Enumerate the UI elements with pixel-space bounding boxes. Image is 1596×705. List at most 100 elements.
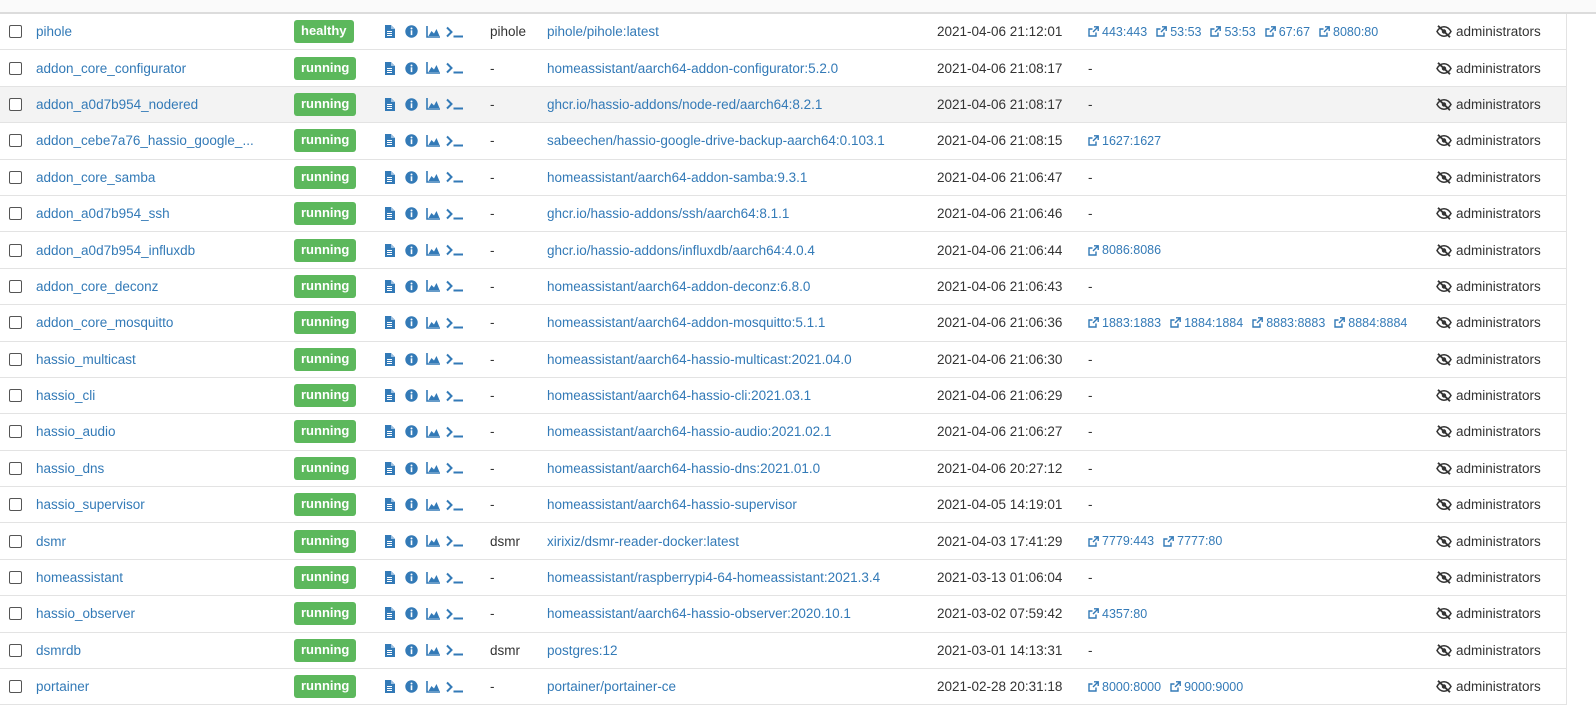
- console-icon[interactable]: [444, 313, 466, 333]
- port-label[interactable]: 1884:1884: [1184, 316, 1243, 330]
- inspect-icon[interactable]: [400, 386, 422, 406]
- row-checkbox[interactable]: [9, 316, 22, 330]
- row-checkbox[interactable]: [9, 389, 22, 403]
- stats-icon[interactable]: [422, 677, 444, 697]
- port-link[interactable]: 8884:8884: [1334, 316, 1407, 330]
- container-name-link[interactable]: addon_a0d7b954_ssh: [36, 206, 170, 221]
- inspect-icon[interactable]: [400, 604, 422, 624]
- console-icon[interactable]: [444, 458, 466, 478]
- row-checkbox[interactable]: [9, 571, 22, 585]
- console-icon[interactable]: [444, 495, 466, 515]
- console-icon[interactable]: [444, 22, 466, 42]
- console-icon[interactable]: [444, 531, 466, 551]
- row-checkbox[interactable]: [9, 243, 22, 257]
- port-label[interactable]: 53:53: [1170, 25, 1201, 39]
- port-label[interactable]: 7779:443: [1102, 534, 1154, 548]
- container-name-link[interactable]: dsmrdb: [36, 643, 81, 658]
- stats-icon[interactable]: [422, 240, 444, 260]
- logs-icon[interactable]: [378, 313, 400, 333]
- inspect-icon[interactable]: [400, 313, 422, 333]
- console-icon[interactable]: [444, 349, 466, 369]
- row-checkbox[interactable]: [9, 607, 22, 621]
- port-link[interactable]: 1883:1883: [1088, 316, 1161, 330]
- stats-icon[interactable]: [422, 458, 444, 478]
- logs-icon[interactable]: [378, 640, 400, 660]
- port-label[interactable]: 8080:80: [1333, 25, 1378, 39]
- logs-icon[interactable]: [378, 204, 400, 224]
- image-link[interactable]: homeassistant/aarch64-hassio-supervisor: [547, 497, 797, 512]
- console-icon[interactable]: [444, 422, 466, 442]
- row-checkbox[interactable]: [9, 680, 22, 694]
- port-link[interactable]: 53:53: [1156, 25, 1201, 39]
- image-link[interactable]: homeassistant/aarch64-hassio-cli:2021.03…: [547, 388, 811, 403]
- console-icon[interactable]: [444, 677, 466, 697]
- console-icon[interactable]: [444, 58, 466, 78]
- port-link[interactable]: 67:67: [1265, 25, 1310, 39]
- container-name-link[interactable]: dsmr: [36, 534, 66, 549]
- port-link[interactable]: 8080:80: [1319, 25, 1378, 39]
- container-name-link[interactable]: hassio_cli: [36, 388, 95, 403]
- inspect-icon[interactable]: [400, 531, 422, 551]
- port-label[interactable]: 443:443: [1102, 25, 1147, 39]
- console-icon[interactable]: [444, 204, 466, 224]
- image-link[interactable]: postgres:12: [547, 643, 618, 658]
- port-label[interactable]: 8884:8884: [1348, 316, 1407, 330]
- port-link[interactable]: 8086:8086: [1088, 243, 1161, 257]
- container-name-link[interactable]: pihole: [36, 24, 72, 39]
- inspect-icon[interactable]: [400, 568, 422, 588]
- image-link[interactable]: homeassistant/aarch64-hassio-multicast:2…: [547, 352, 852, 367]
- logs-icon[interactable]: [378, 349, 400, 369]
- port-label[interactable]: 8086:8086: [1102, 243, 1161, 257]
- image-link[interactable]: homeassistant/aarch64-addon-samba:9.3.1: [547, 170, 807, 185]
- row-checkbox[interactable]: [9, 461, 22, 475]
- inspect-icon[interactable]: [400, 22, 422, 42]
- inspect-icon[interactable]: [400, 495, 422, 515]
- console-icon[interactable]: [444, 240, 466, 260]
- container-name-link[interactable]: hassio_supervisor: [36, 497, 145, 512]
- inspect-icon[interactable]: [400, 94, 422, 114]
- port-link[interactable]: 7777:80: [1163, 534, 1222, 548]
- console-icon[interactable]: [444, 604, 466, 624]
- inspect-icon[interactable]: [400, 204, 422, 224]
- console-icon[interactable]: [444, 131, 466, 151]
- port-label[interactable]: 7777:80: [1177, 534, 1222, 548]
- row-checkbox[interactable]: [9, 534, 22, 548]
- logs-icon[interactable]: [378, 131, 400, 151]
- port-label[interactable]: 1627:1627: [1102, 134, 1161, 148]
- logs-icon[interactable]: [378, 677, 400, 697]
- stats-icon[interactable]: [422, 568, 444, 588]
- row-checkbox[interactable]: [9, 425, 22, 439]
- console-icon[interactable]: [444, 640, 466, 660]
- logs-icon[interactable]: [378, 94, 400, 114]
- port-label[interactable]: 67:67: [1279, 25, 1310, 39]
- logs-icon[interactable]: [378, 531, 400, 551]
- inspect-icon[interactable]: [400, 58, 422, 78]
- container-name-link[interactable]: hassio_dns: [36, 461, 104, 476]
- inspect-icon[interactable]: [400, 276, 422, 296]
- container-name-link[interactable]: hassio_observer: [36, 606, 135, 621]
- row-checkbox[interactable]: [9, 352, 22, 366]
- inspect-icon[interactable]: [400, 131, 422, 151]
- port-link[interactable]: 1884:1884: [1170, 316, 1243, 330]
- console-icon[interactable]: [444, 386, 466, 406]
- logs-icon[interactable]: [378, 167, 400, 187]
- stats-icon[interactable]: [422, 167, 444, 187]
- stats-icon[interactable]: [422, 604, 444, 624]
- port-link[interactable]: 443:443: [1088, 25, 1147, 39]
- image-link[interactable]: homeassistant/aarch64-addon-deconz:6.8.0: [547, 279, 810, 294]
- inspect-icon[interactable]: [400, 458, 422, 478]
- port-link[interactable]: 4357:80: [1088, 607, 1147, 621]
- console-icon[interactable]: [444, 276, 466, 296]
- image-link[interactable]: sabeechen/hassio-google-drive-backup-aar…: [547, 133, 885, 148]
- port-link[interactable]: 1627:1627: [1088, 134, 1161, 148]
- port-link[interactable]: 7779:443: [1088, 534, 1154, 548]
- image-link[interactable]: homeassistant/aarch64-hassio-observer:20…: [547, 606, 851, 621]
- row-checkbox[interactable]: [9, 134, 22, 148]
- logs-icon[interactable]: [378, 422, 400, 442]
- logs-icon[interactable]: [378, 58, 400, 78]
- stats-icon[interactable]: [422, 131, 444, 151]
- stats-icon[interactable]: [422, 276, 444, 296]
- stats-icon[interactable]: [422, 531, 444, 551]
- inspect-icon[interactable]: [400, 422, 422, 442]
- stats-icon[interactable]: [422, 22, 444, 42]
